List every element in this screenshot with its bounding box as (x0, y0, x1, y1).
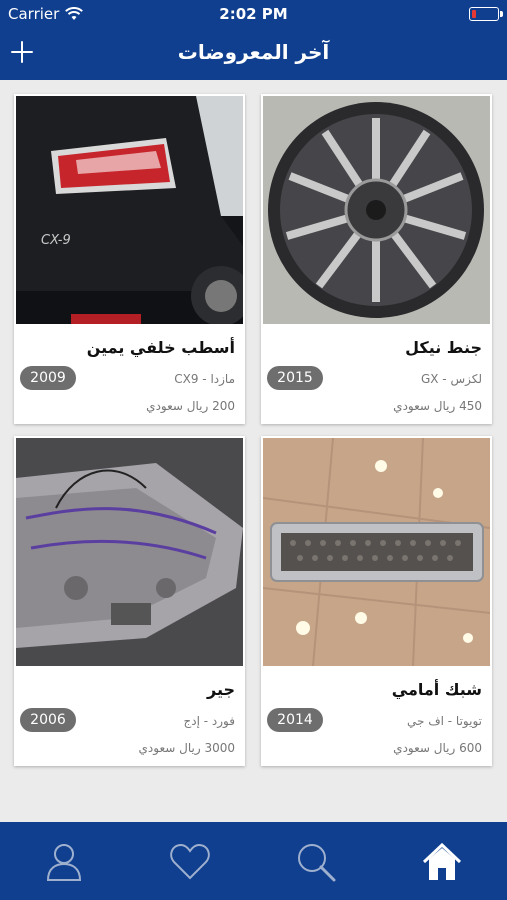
year-badge: 2006 (20, 708, 76, 732)
listing-model: لكزس - GX (420, 372, 482, 386)
listing-name: جنط نيكل (405, 338, 482, 357)
svg-text:CX-9: CX-9 (41, 233, 71, 248)
listing-name: أسطب خلفي يمين (86, 338, 235, 357)
status-time: 2:02 PM (219, 5, 288, 23)
heart-icon[interactable] (168, 840, 212, 884)
listing-price: 3000 ريال سعودي (138, 741, 235, 755)
listing-price: 600 ريال سعودي (393, 741, 482, 755)
user-icon[interactable] (42, 840, 86, 884)
listing-name: جير (206, 680, 235, 699)
front-grille-photo (263, 438, 490, 666)
status-bar: Carrier 2:02 PM (0, 0, 507, 28)
listing-price: 200 ريال سعودي (146, 399, 235, 413)
battery-icon (469, 7, 503, 21)
listing-name: شبك أمامي (391, 680, 482, 699)
nav-bar: آخر المعروضات (0, 28, 507, 80)
year-badge: 2014 (267, 708, 323, 732)
page-title: آخر المعروضات (177, 40, 330, 64)
year-badge: 2015 (267, 366, 323, 390)
alloy-wheel-photo (263, 96, 490, 324)
tab-bar (0, 822, 507, 900)
listing-model: مازدا - CX9 (174, 372, 235, 386)
listing-model: تويوتا - اف جي (406, 714, 482, 728)
car-tail-light-photo: CX-9 (16, 96, 243, 324)
search-icon[interactable] (294, 840, 338, 884)
listing-model: فورد - إدج (183, 714, 235, 728)
listing-card[interactable]: جير 2006 فورد - إدج 3000 ريال سعودي (14, 436, 245, 766)
listing-price: 450 ريال سعودي (393, 399, 482, 413)
home-icon[interactable] (420, 840, 464, 884)
listing-card[interactable]: شبك أمامي 2014 تويوتا - اف جي 600 ريال س… (261, 436, 492, 766)
year-badge: 2009 (20, 366, 76, 390)
listing-card[interactable]: جنط نيكل 2015 لكزس - GX 450 ريال سعودي (261, 94, 492, 424)
transmission-photo (16, 438, 243, 666)
listing-card[interactable]: CX-9 أسطب خلفي يمين 2009 مازدا - CX9 200… (14, 94, 245, 424)
